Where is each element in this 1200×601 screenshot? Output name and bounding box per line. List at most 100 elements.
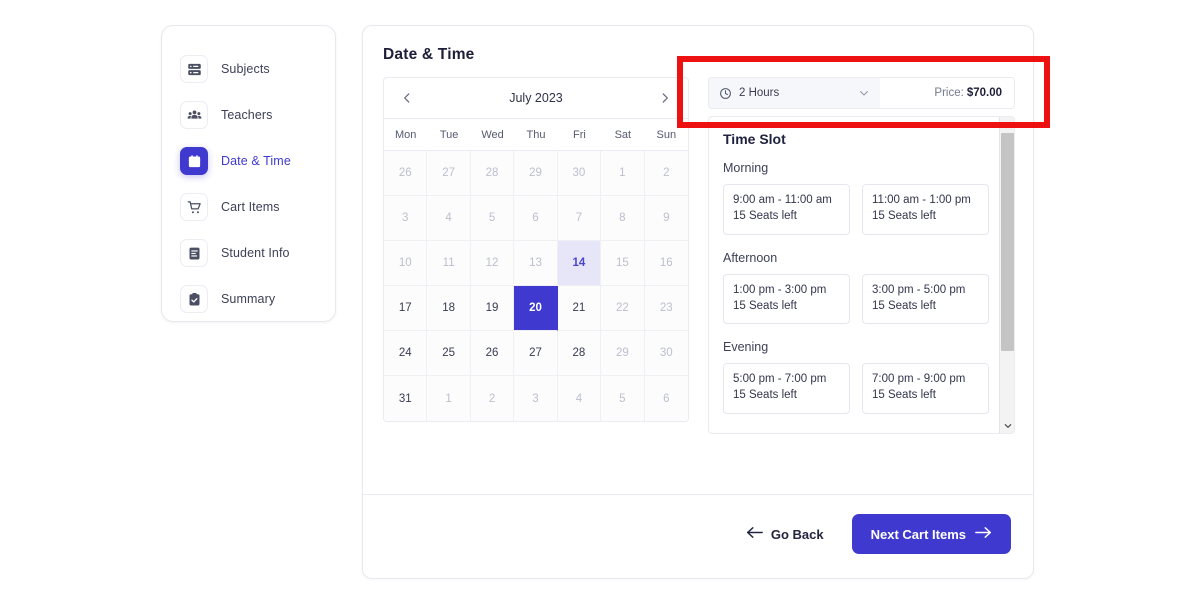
calendar-day-11[interactable]: 11 bbox=[427, 241, 471, 286]
sidebar-item-label: Date & Time bbox=[221, 154, 291, 168]
sidebar-item-cart-items[interactable]: Cart Items bbox=[162, 184, 335, 230]
shopping-cart-icon bbox=[180, 193, 208, 221]
chevron-down-icon bbox=[858, 87, 870, 99]
time-slot-group-evening: Evening 5:00 pm - 7:00 pm 15 Seats left … bbox=[723, 340, 989, 415]
calendar-day-6[interactable]: 6 bbox=[514, 196, 558, 241]
time-slot-card[interactable]: 11:00 am - 1:00 pm 15 Seats left bbox=[862, 184, 989, 235]
sidebar-item-label: Student Info bbox=[221, 246, 290, 260]
sidebar-item-student-info[interactable]: Student Info bbox=[162, 230, 335, 276]
sidebar-item-label: Summary bbox=[221, 292, 276, 306]
calendar-day-13[interactable]: 13 bbox=[514, 241, 558, 286]
next-cart-items-button[interactable]: Next Cart Items bbox=[851, 514, 1011, 554]
slot-seats: 15 Seats left bbox=[872, 299, 936, 312]
calendar-day-28[interactable]: 28 bbox=[470, 151, 515, 196]
time-slot-card[interactable]: 1:00 pm - 3:00 pm 15 Seats left bbox=[723, 273, 850, 325]
calendar-day-27[interactable]: 27 bbox=[514, 331, 558, 376]
calendar-day-1[interactable]: 1 bbox=[601, 151, 645, 196]
time-slot-panel: Time Slot Morning 9:00 am - 11:00 am 15 … bbox=[708, 116, 1015, 434]
sidebar-item-label: Teachers bbox=[221, 108, 273, 122]
group-label: Evening bbox=[723, 340, 769, 355]
time-slot-card[interactable]: 3:00 pm - 5:00 pm 15 Seats left bbox=[862, 273, 989, 325]
calendar-day-26[interactable]: 26 bbox=[470, 331, 515, 376]
slot-seats: 15 Seats left bbox=[733, 299, 797, 312]
calendar-day-20[interactable]: 20 bbox=[514, 286, 558, 331]
page-root: Subjects Teachers Date & Time Cart Items bbox=[0, 0, 1200, 601]
time-slot-card[interactable]: 9:00 am - 11:00 am 15 Seats left bbox=[723, 184, 850, 235]
calendar-day-22[interactable]: 22 bbox=[601, 286, 645, 331]
calendar-day-30[interactable]: 30 bbox=[557, 151, 602, 196]
time-slot-scrollbar[interactable] bbox=[999, 117, 1014, 433]
calendar-day-19[interactable]: 19 bbox=[470, 286, 515, 331]
slot-seats: 15 Seats left bbox=[733, 209, 797, 222]
caret-up-icon[interactable] bbox=[1000, 117, 1014, 132]
calendar-day-10[interactable]: 10 bbox=[384, 241, 428, 286]
calendar-day-9[interactable]: 9 bbox=[644, 196, 688, 241]
calendar-day-4[interactable]: 4 bbox=[557, 376, 602, 421]
chevron-left-icon[interactable] bbox=[396, 87, 418, 109]
calendar-day-14[interactable]: 14 bbox=[557, 241, 602, 286]
calendar-day-7[interactable]: 7 bbox=[557, 196, 602, 241]
weekday-label: Sun bbox=[656, 128, 677, 141]
time-slot-group-morning: Morning 9:00 am - 11:00 am 15 Seats left… bbox=[723, 161, 989, 235]
calendar-day-15[interactable]: 15 bbox=[601, 241, 645, 286]
server-list-icon bbox=[180, 55, 208, 83]
time-slot-group-afternoon: Afternoon 1:00 pm - 3:00 pm 15 Seats lef… bbox=[723, 251, 989, 325]
slot-row: 9:00 am - 11:00 am 15 Seats left 11:00 a… bbox=[723, 184, 989, 235]
calendar-day-17[interactable]: 17 bbox=[384, 286, 428, 331]
time-slot-card[interactable]: 7:00 pm - 9:00 pm 15 Seats left bbox=[862, 363, 989, 415]
slot-time: 9:00 am - 11:00 am bbox=[733, 194, 832, 206]
calendar-weekday-header: Mon Tue Wed Thu Fri Sat Sun bbox=[384, 119, 688, 151]
calendar-day-grid: 26 27 28 29 30 1 2 3 4 5 6 7 8 9 10 11 12 13 14 15 16 17 18 19 2… bbox=[384, 151, 688, 421]
chevron-right-icon[interactable] bbox=[654, 87, 676, 109]
calendar-day-3[interactable]: 3 bbox=[514, 376, 558, 421]
calendar-day-21[interactable]: 21 bbox=[557, 286, 602, 331]
calendar-day-16[interactable]: 16 bbox=[644, 241, 688, 286]
calendar-day-1[interactable]: 1 bbox=[427, 376, 471, 421]
calendar-day-12[interactable]: 12 bbox=[470, 241, 515, 286]
weekday-label: Tue bbox=[439, 128, 459, 141]
scrollbar-thumb[interactable] bbox=[1001, 133, 1014, 351]
caret-down-icon[interactable] bbox=[1000, 418, 1014, 433]
wizard-footer: Go Back Next Cart Items bbox=[746, 514, 1011, 554]
sidebar-item-subjects[interactable]: Subjects bbox=[162, 46, 335, 92]
calendar-day-8[interactable]: 8 bbox=[601, 196, 645, 241]
calendar-day-28[interactable]: 28 bbox=[557, 331, 602, 376]
group-label: Afternoon bbox=[723, 250, 778, 265]
calendar-day-3[interactable]: 3 bbox=[384, 196, 428, 241]
footer-divider bbox=[363, 494, 1033, 495]
next-button-label: Next Cart Items bbox=[870, 526, 966, 542]
time-slot-card[interactable]: 5:00 pm - 7:00 pm 15 Seats left bbox=[723, 363, 850, 415]
calendar-day-29[interactable]: 29 bbox=[514, 151, 558, 196]
go-back-button[interactable]: Go Back bbox=[746, 526, 824, 542]
calendar-day-25[interactable]: 25 bbox=[427, 331, 471, 376]
price-label: Price: bbox=[934, 87, 964, 99]
slot-time: 7:00 pm - 9:00 pm bbox=[872, 373, 966, 386]
calendar-day-2[interactable]: 2 bbox=[644, 151, 688, 196]
calendar-day-5[interactable]: 5 bbox=[470, 196, 515, 241]
sidebar-item-label: Subjects bbox=[221, 62, 270, 76]
calendar-day-4[interactable]: 4 bbox=[427, 196, 471, 241]
sidebar-item-teachers[interactable]: Teachers bbox=[162, 92, 335, 138]
weekday-label: Sat bbox=[614, 128, 632, 141]
calendar-day-26[interactable]: 26 bbox=[384, 151, 428, 196]
calendar-day-6[interactable]: 6 bbox=[644, 376, 688, 421]
weekday-label: Wed bbox=[481, 128, 504, 141]
calendar-month-label: July 2023 bbox=[509, 91, 563, 105]
calendar-day-23[interactable]: 23 bbox=[644, 286, 688, 331]
calendar-day-30[interactable]: 30 bbox=[644, 331, 688, 376]
calendar-day-2[interactable]: 2 bbox=[470, 376, 515, 421]
calendar-day-27[interactable]: 27 bbox=[427, 151, 471, 196]
duration-select[interactable]: 2 Hours bbox=[709, 78, 880, 108]
calendar-day-31[interactable]: 31 bbox=[384, 376, 428, 421]
calendar-day-24[interactable]: 24 bbox=[384, 331, 428, 376]
sidebar-item-date-time[interactable]: Date & Time bbox=[162, 138, 335, 184]
calendar-day-29[interactable]: 29 bbox=[601, 331, 645, 376]
wizard-sidebar: Subjects Teachers Date & Time Cart Items bbox=[161, 25, 336, 322]
calendar-day-18[interactable]: 18 bbox=[427, 286, 471, 331]
clipboard-check-icon bbox=[180, 285, 208, 313]
sidebar-item-summary[interactable]: Summary bbox=[162, 276, 335, 322]
weekday-label: Fri bbox=[573, 128, 586, 141]
slot-time: 3:00 pm - 5:00 pm bbox=[872, 283, 966, 296]
calendar-day-5[interactable]: 5 bbox=[601, 376, 645, 421]
slot-row: 5:00 pm - 7:00 pm 15 Seats left 7:00 pm … bbox=[723, 363, 989, 415]
